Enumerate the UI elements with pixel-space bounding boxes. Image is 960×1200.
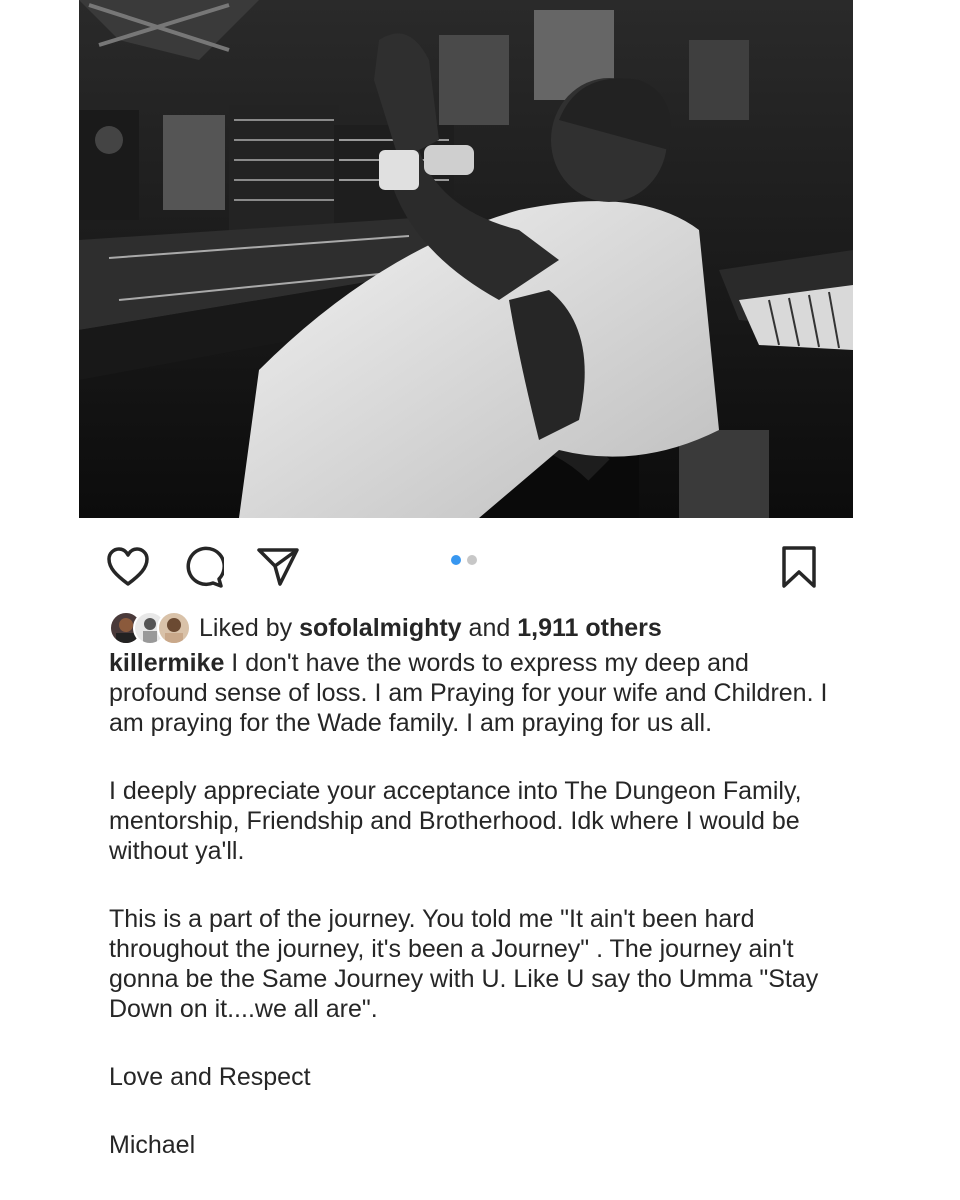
carousel-dot: [467, 555, 477, 565]
carousel-dot-active: [451, 555, 461, 565]
paper-plane-icon: [257, 548, 299, 586]
post-action-bar: [0, 540, 960, 590]
heart-icon: [107, 547, 149, 586]
avatar: [157, 611, 191, 645]
post-caption: killermike I don't have the words to exp…: [109, 648, 829, 1198]
caption-paragraph: This is a part of the journey. You told …: [109, 905, 819, 1023]
comment-button[interactable]: [180, 544, 226, 590]
likes-count[interactable]: 1,911 others: [517, 614, 662, 643]
likes-conj: and: [468, 613, 511, 642]
caption-paragraph: Love and Respect: [109, 1063, 311, 1091]
carousel-indicator: [451, 555, 477, 565]
bookmark-icon: [782, 546, 816, 588]
comment-icon: [186, 546, 224, 588]
share-button[interactable]: [255, 544, 301, 590]
liker-avatars[interactable]: [109, 611, 193, 645]
likes-row: Liked by sofolalmighty and 1,911 others: [109, 608, 662, 648]
post-photo[interactable]: [79, 0, 853, 518]
photo-illustration: [79, 0, 853, 518]
caption-paragraph: I deeply appreciate your acceptance into…: [109, 777, 802, 865]
save-button[interactable]: [776, 544, 822, 590]
like-button[interactable]: [105, 544, 151, 590]
liker-username[interactable]: sofolalmighty: [299, 614, 462, 643]
caption-paragraph: killermike I don't have the words to exp…: [109, 648, 829, 738]
caption-username[interactable]: killermike: [109, 649, 224, 677]
likes-prefix: Liked by: [199, 613, 293, 642]
caption-paragraph: Michael: [109, 1131, 196, 1159]
